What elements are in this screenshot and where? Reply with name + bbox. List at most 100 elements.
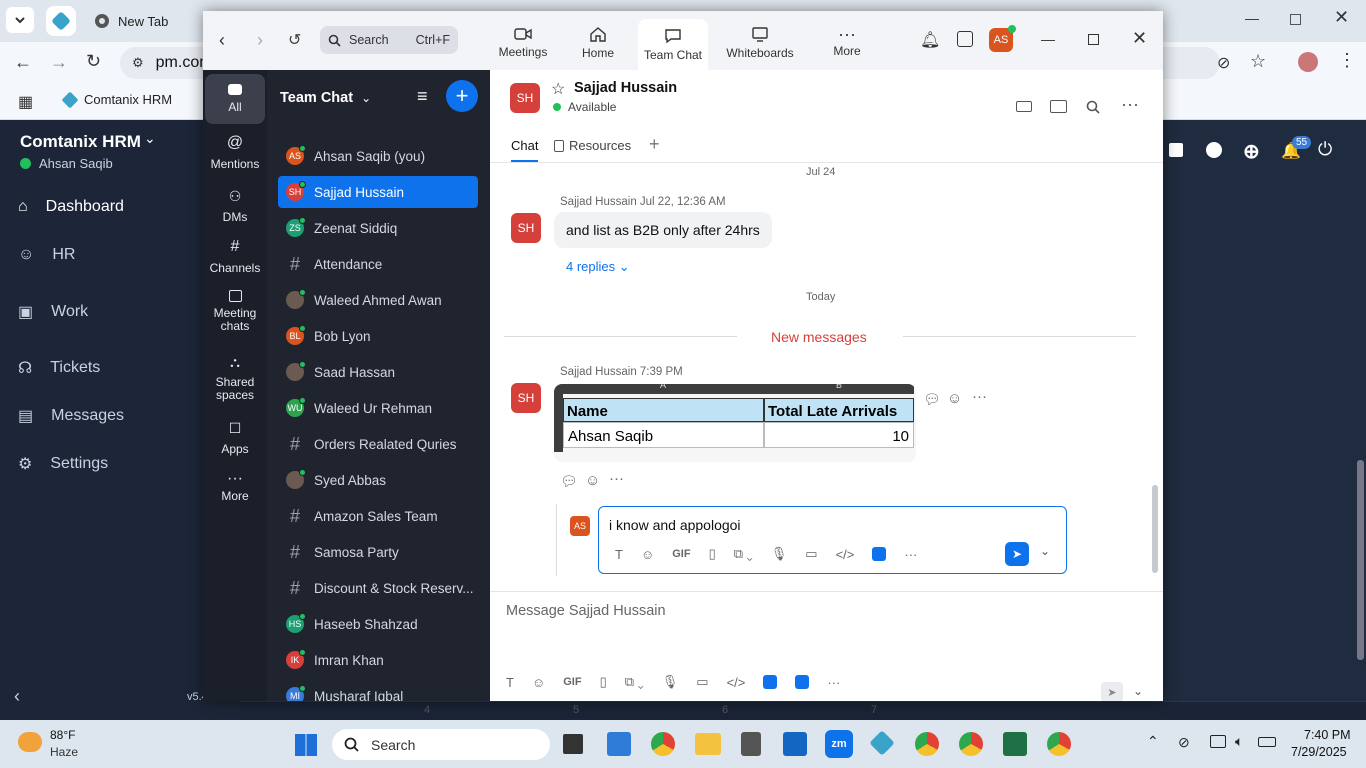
chat-scrollbar[interactable] xyxy=(1152,485,1158,573)
channel-item[interactable]: # Orders Realated Quries xyxy=(278,428,478,460)
video-message-icon[interactable]: ▭ xyxy=(696,674,708,690)
filter-icon[interactable]: ≡ xyxy=(417,86,428,107)
send-button[interactable]: ➤ xyxy=(1101,682,1123,701)
code-icon[interactable]: </> xyxy=(727,675,746,690)
channel-item[interactable]: AS Ahsan Saqib (you) xyxy=(278,140,478,172)
send-options-chevron-icon[interactable]: ⌄ xyxy=(1040,544,1050,558)
bookmark-comtanix[interactable]: Comtanix HRM xyxy=(61,91,172,108)
volume-icon[interactable]: 🔈︎ xyxy=(1235,733,1243,750)
hrm-nav-tickets[interactable]: ☊ Tickets xyxy=(18,358,100,378)
more-options-icon[interactable]: ··· xyxy=(827,675,840,690)
channel-item[interactable]: # Amazon Sales Team xyxy=(278,500,478,532)
replies-link[interactable]: 4 replies ⌄ xyxy=(566,259,630,275)
hrm-nav-settings[interactable]: ⚙ Settings xyxy=(18,454,108,474)
rail-mentions[interactable]: @ Mentions xyxy=(205,134,265,171)
sender-avatar[interactable]: SH xyxy=(511,213,541,243)
chrome-icon[interactable] xyxy=(651,732,675,756)
rail-meeting-chats[interactable]: Meeting chats xyxy=(205,290,265,333)
hrm-nav-dashboard[interactable]: ⌂ Dashboard xyxy=(18,198,124,216)
minimize-icon[interactable]: — xyxy=(1041,31,1055,47)
menu-kebab-icon[interactable]: ⋮ xyxy=(1338,50,1356,71)
channel-item[interactable]: IK Imran Khan xyxy=(278,644,478,676)
close-icon[interactable]: ✕ xyxy=(1334,7,1349,28)
tab-meetings[interactable]: Meetings xyxy=(493,19,553,67)
sender-avatar[interactable]: SH xyxy=(511,383,541,413)
share-screen-icon[interactable] xyxy=(1050,100,1067,113)
reply-composer[interactable]: i know and appologoi T ☺ GIF ▯ ⧉ ⌄ 🎙︎ ▭ … xyxy=(598,506,1067,574)
video-message-icon[interactable]: ▭ xyxy=(805,546,817,562)
weather-icon[interactable] xyxy=(18,732,42,752)
tab-home[interactable]: Home xyxy=(573,19,623,67)
zoom-taskbar-icon[interactable]: zm xyxy=(825,730,853,758)
restore-icon[interactable] xyxy=(1290,14,1301,25)
power-icon[interactable]: ⏻ xyxy=(1318,139,1332,160)
send-button[interactable]: ➤ xyxy=(1005,542,1029,566)
more-options-icon[interactable]: ··· xyxy=(609,470,624,487)
send-options-chevron-icon[interactable]: ⌄ xyxy=(1133,684,1143,698)
reply-thread-icon[interactable]: 💬︎ xyxy=(923,391,941,408)
reply-thread-icon[interactable]: 💬︎ xyxy=(560,473,578,490)
user-avatar[interactable]: AS xyxy=(989,25,1016,52)
plus-icon[interactable]: ⊕ xyxy=(1243,139,1260,164)
emoji-react-icon[interactable]: ☺ xyxy=(585,472,600,489)
microphone-icon[interactable]: 🎙︎ xyxy=(771,546,788,562)
emoji-icon[interactable]: ☺ xyxy=(641,547,654,562)
app-icon[interactable] xyxy=(763,675,778,689)
rail-shared-spaces[interactable]: ⛬ Shared spaces xyxy=(205,354,265,402)
apps-grid-icon[interactable]: ▦ xyxy=(18,92,33,112)
display-icon[interactable] xyxy=(1210,735,1226,748)
channel-item[interactable]: # Attendance xyxy=(278,248,478,280)
tracking-off-icon[interactable]: ⊘ xyxy=(1217,53,1230,73)
tab-more[interactable]: ··· More xyxy=(825,19,869,67)
microphone-icon[interactable]: 🎙︎ xyxy=(662,674,679,690)
pinned-tab[interactable] xyxy=(46,6,76,36)
gif-icon[interactable]: GIF xyxy=(563,676,581,688)
app-logo-icon[interactable] xyxy=(869,730,895,756)
outlook-icon[interactable] xyxy=(783,732,807,756)
note-icon[interactable] xyxy=(1169,143,1183,157)
back-icon[interactable]: ← xyxy=(14,52,32,73)
new-chat-button[interactable]: + xyxy=(446,80,478,112)
star-icon[interactable]: ☆ xyxy=(551,79,565,99)
close-icon[interactable]: ✕ xyxy=(1132,28,1147,49)
tab-new-tab[interactable]: New Tab xyxy=(94,6,168,36)
hrm-nav-work[interactable]: ▣ Work xyxy=(18,302,88,322)
windows-start-icon[interactable] xyxy=(295,734,317,756)
rail-apps[interactable]: ☐ Apps xyxy=(205,420,265,456)
contact-avatar[interactable]: SH xyxy=(510,83,540,113)
tab-chat[interactable]: Chat xyxy=(511,138,539,162)
rail-more[interactable]: ··· More xyxy=(205,471,265,504)
taskbar-search[interactable]: Search xyxy=(332,729,550,760)
channel-item[interactable]: Saad Hassan xyxy=(278,356,478,388)
channel-item[interactable]: BL Bob Lyon xyxy=(278,320,478,352)
channel-item[interactable]: MI Musharaf Iqbal xyxy=(278,680,478,701)
hrm-nav-messages[interactable]: ▤ Messages xyxy=(18,406,124,426)
message-input[interactable]: Message Sajjad Hussain xyxy=(490,592,1163,674)
task-view-icon[interactable] xyxy=(563,734,583,754)
file-explorer-icon[interactable] xyxy=(695,733,721,755)
tab-resources[interactable]: Resources xyxy=(554,138,631,153)
more-options-icon[interactable]: ··· xyxy=(1121,94,1139,115)
minimize-icon[interactable]: — xyxy=(1245,10,1259,26)
forward-icon[interactable]: → xyxy=(50,52,68,73)
history-icon[interactable]: ↺ xyxy=(288,30,301,50)
more-options-icon[interactable]: ··· xyxy=(904,547,917,562)
list-header[interactable]: Team Chat ⌄ xyxy=(280,90,371,106)
screenshot-icon[interactable]: ⧉ ⌄ xyxy=(734,546,753,562)
emoji-icon[interactable]: ☺ xyxy=(532,675,545,690)
code-icon[interactable]: </> xyxy=(836,547,855,562)
search-box[interactable]: Search Ctrl+F xyxy=(320,26,458,54)
chevron-down-icon[interactable]: ⌄ xyxy=(144,130,156,147)
calculator-icon[interactable] xyxy=(741,732,761,756)
chrome-icon[interactable] xyxy=(1047,732,1071,756)
channel-item[interactable]: SH Sajjad Hussain xyxy=(278,176,478,208)
hrm-brand[interactable]: Comtanix HRM xyxy=(20,132,141,152)
tab-team-chat[interactable]: Team Chat xyxy=(638,19,708,70)
collapse-icon[interactable]: ‹ xyxy=(14,686,20,707)
file-icon[interactable]: ▯ xyxy=(600,674,607,690)
bell-icon[interactable]: 🔔︎ xyxy=(920,30,940,50)
file-icon[interactable]: ▯ xyxy=(709,546,716,562)
clock-icon[interactable] xyxy=(1206,142,1222,158)
battery-icon[interactable] xyxy=(1258,737,1276,747)
chrome-icon[interactable] xyxy=(959,732,983,756)
